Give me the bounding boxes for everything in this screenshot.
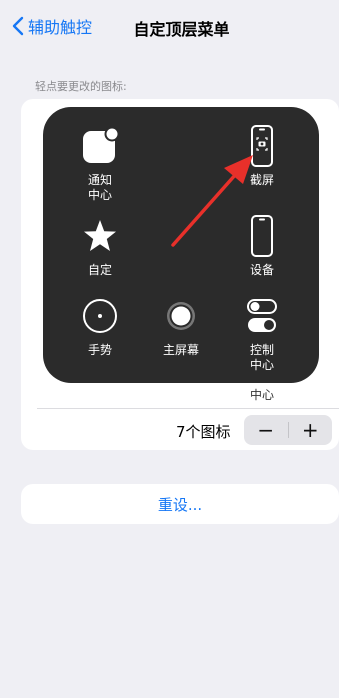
increase-button[interactable]: + [289, 415, 333, 445]
icon-count-label: 7个图标 [176, 423, 231, 441]
annotation-arrow-icon [171, 155, 253, 247]
reset-label: 重设... [157, 495, 203, 514]
decrease-button[interactable]: − [244, 415, 288, 445]
divider [37, 408, 339, 409]
reset-button[interactable]: 重设... [21, 484, 339, 524]
overflow-label: 中心 [250, 388, 275, 402]
icon-count-stepper[interactable]: − + [244, 415, 332, 445]
